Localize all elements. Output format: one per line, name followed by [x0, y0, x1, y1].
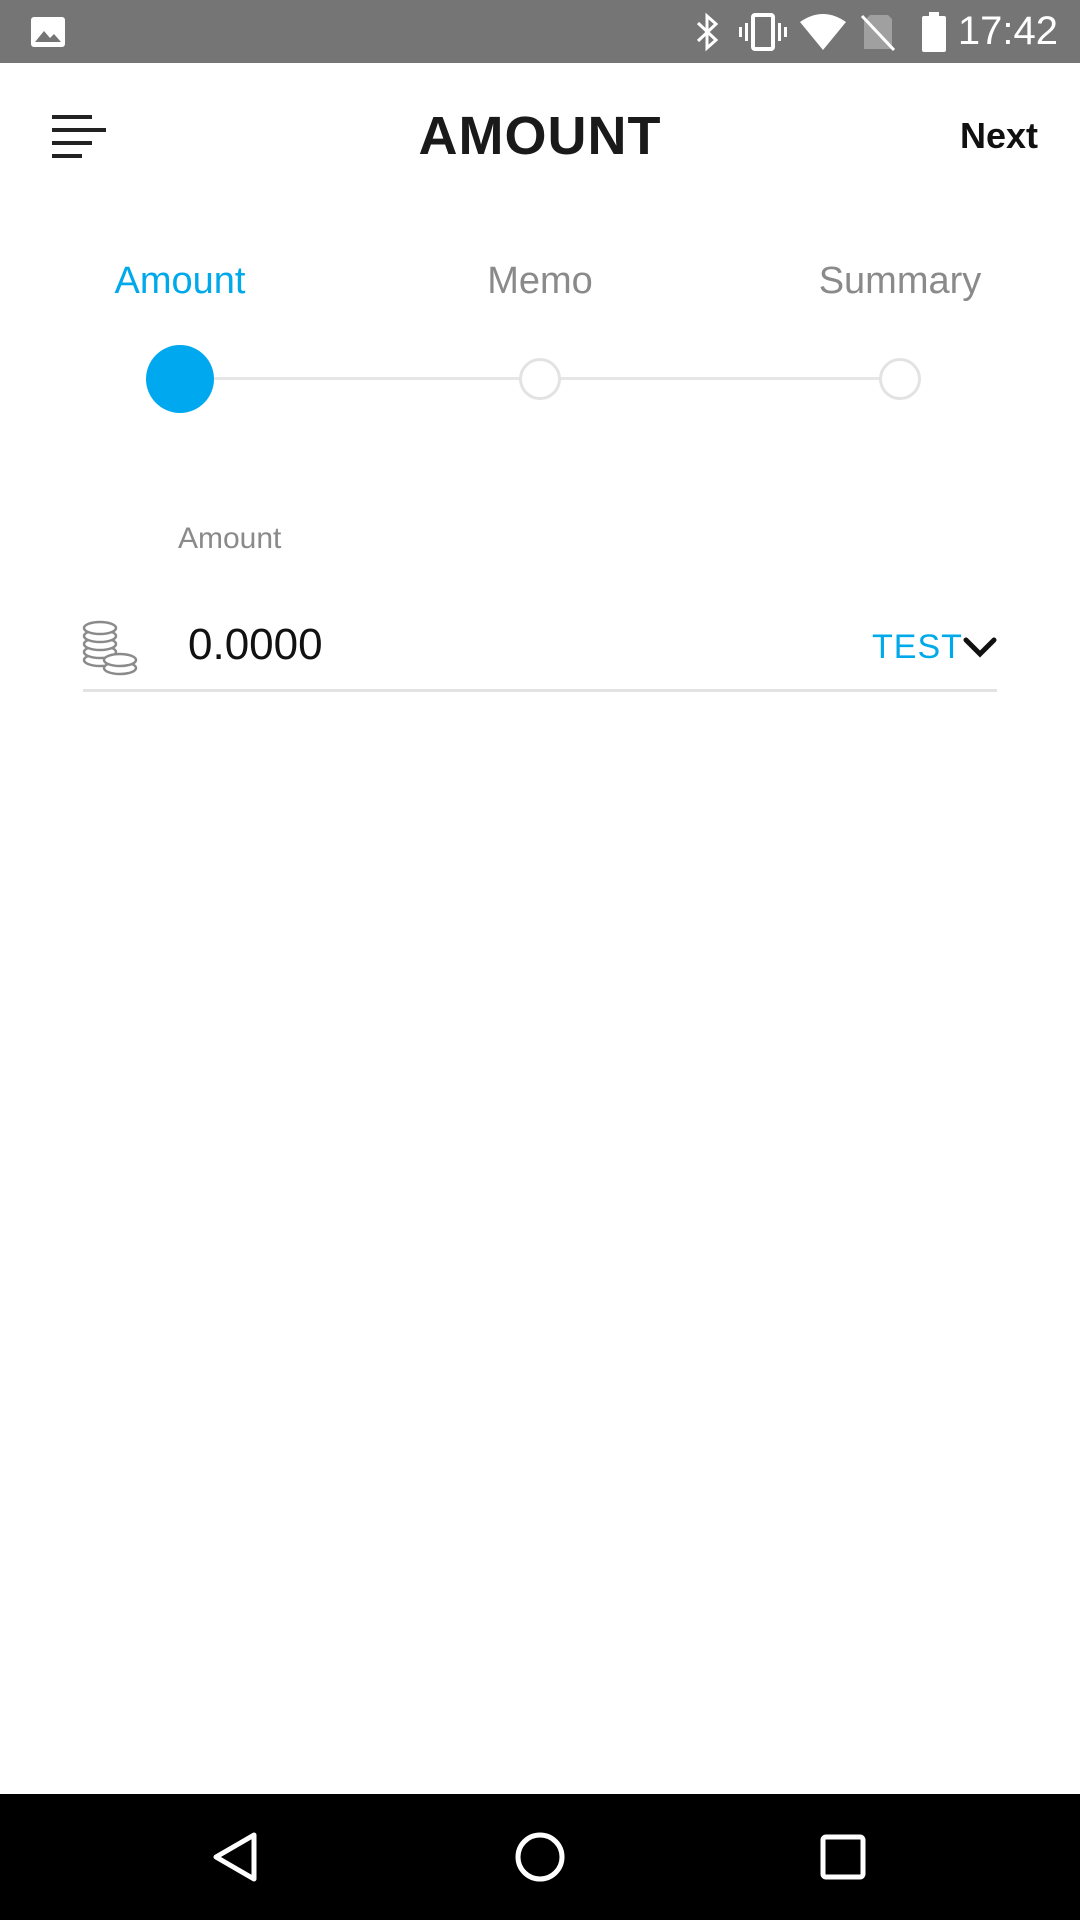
back-icon — [213, 1832, 257, 1882]
back-button[interactable] — [206, 1827, 266, 1887]
coins-icon — [82, 620, 138, 676]
vibrate-icon — [738, 0, 788, 63]
battery-icon — [920, 0, 948, 63]
step-summary-label[interactable]: Summary — [720, 260, 1080, 303]
recents-button[interactable] — [813, 1827, 873, 1887]
no-sim-icon — [860, 0, 896, 63]
amount-field-label: Amount — [178, 522, 282, 555]
step-memo-label[interactable]: Memo — [360, 260, 720, 303]
status-bar: 17:42 — [0, 0, 1080, 63]
amount-field-underline — [83, 689, 997, 692]
step-dot-memo[interactable] — [519, 358, 561, 400]
step-connector — [214, 377, 520, 380]
amount-input[interactable]: 0.0000 — [188, 620, 323, 670]
home-icon — [515, 1832, 565, 1882]
home-button[interactable] — [510, 1827, 570, 1887]
recents-icon — [820, 1834, 866, 1880]
image-icon — [30, 0, 66, 63]
wifi-icon — [798, 0, 848, 63]
page-title: AMOUNT — [418, 106, 662, 166]
next-button[interactable]: Next — [960, 115, 1038, 157]
step-amount-label[interactable]: Amount — [0, 260, 360, 303]
app-bar: AMOUNT Next — [0, 63, 1080, 213]
nav-bar — [0, 1794, 1080, 1920]
step-connector — [560, 377, 880, 380]
status-time: 17:42 — [957, 9, 1058, 53]
screen: 17:42 AMOUNT Next Amount Memo Summary Am… — [0, 0, 1080, 1920]
currency-selector[interactable]: TEST — [872, 628, 963, 667]
step-dot-amount[interactable] — [146, 345, 214, 413]
bluetooth-icon — [694, 0, 722, 63]
step-dot-summary[interactable] — [879, 358, 921, 400]
chevron-down-icon[interactable] — [962, 630, 998, 666]
